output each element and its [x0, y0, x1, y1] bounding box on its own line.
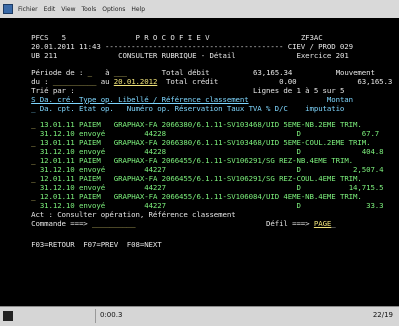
- function-keys-line: F03=RETOUR F07=PREV F08=NEXT: [5, 231, 395, 258]
- status-bar: 0:00.3 22/19: [0, 306, 399, 326]
- defil-input[interactable]: PAGE: [314, 219, 332, 228]
- defil-label: Défil ===>: [266, 219, 310, 228]
- menu-item-tools[interactable]: Tools: [80, 6, 97, 13]
- menu-item-help[interactable]: Help: [130, 6, 146, 13]
- command-label: Commande ===>: [31, 219, 88, 228]
- menu-item-view[interactable]: View: [60, 6, 76, 13]
- status-separator: [95, 309, 96, 323]
- command-input[interactable]: __________: [92, 219, 136, 228]
- session-timer: 0:00.3: [100, 311, 123, 319]
- menu-item-options[interactable]: Options: [101, 6, 126, 13]
- terminal-app-icon: [3, 4, 13, 14]
- connection-indicator-icon: [3, 311, 13, 321]
- mainframe-screen[interactable]: PFCS 5 P R O C O F I E V ZF3AC 20.01.201…: [0, 18, 399, 306]
- menu-item-file[interactable]: Fichier: [17, 6, 39, 13]
- menu-bar: Fichier Edit View Tools Options Help: [0, 0, 399, 19]
- cursor-position: 22/19: [372, 311, 393, 319]
- menu-item-edit[interactable]: Edit: [43, 6, 57, 13]
- function-keys[interactable]: F03=RETOUR F07=PREV F08=NEXT: [31, 240, 162, 249]
- terminal-window: Fichier Edit View Tools Options Help PFC…: [0, 0, 399, 326]
